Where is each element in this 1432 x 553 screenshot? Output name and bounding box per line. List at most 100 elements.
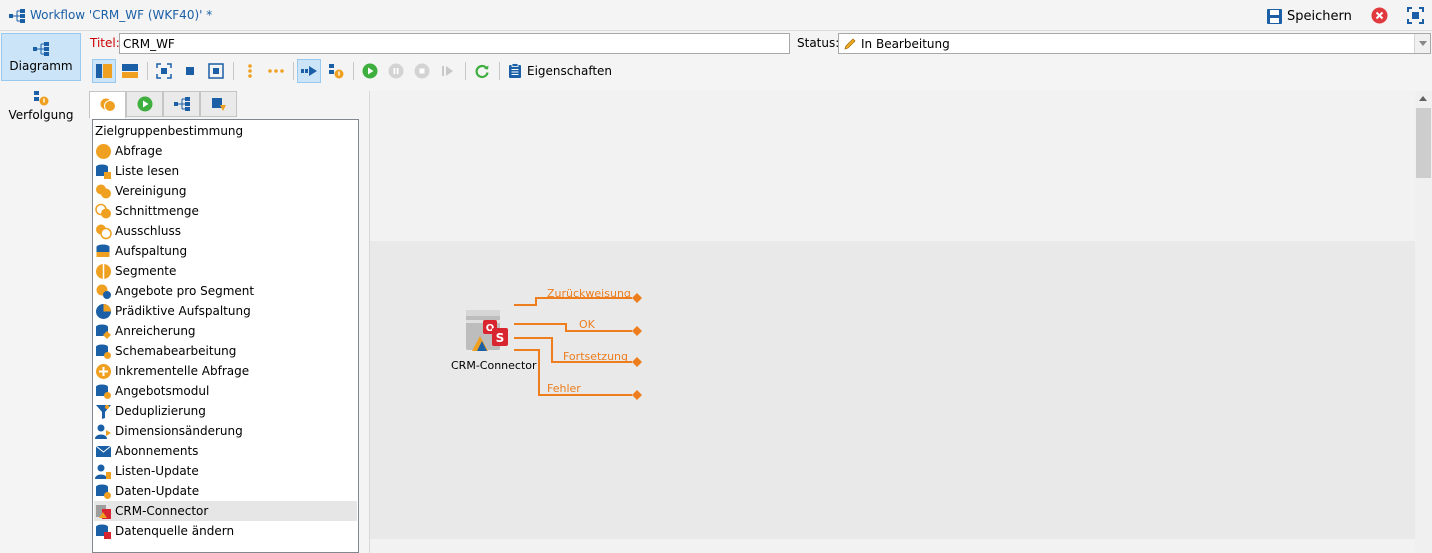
status-select[interactable]: In Bearbeitung: [838, 33, 1431, 54]
start-button[interactable]: [358, 59, 382, 83]
layout-vertical-button[interactable]: [92, 59, 116, 83]
palette-item-vereinigung[interactable]: Vereinigung: [94, 181, 357, 201]
nav-tracking[interactable]: Verfolgung: [1, 83, 81, 131]
save-button[interactable]: Speichern: [1266, 4, 1352, 28]
step-button[interactable]: [436, 59, 460, 83]
toolbar-separator: [353, 62, 354, 80]
read-list-icon: [96, 164, 111, 179]
svg-text:S: S: [496, 331, 505, 345]
tab-flow-control[interactable]: [126, 91, 163, 117]
palette-item-anreicherung[interactable]: Anreicherung: [94, 321, 357, 341]
vertical-scrollbar[interactable]: [1415, 91, 1432, 553]
zoom-fit-button[interactable]: [152, 59, 176, 83]
schema-edit-icon: [96, 344, 111, 359]
palette-item-label: Inkrementelle Abfrage: [115, 364, 250, 378]
save-button-label: Speichern: [1287, 8, 1352, 24]
workflow-canvas[interactable]: [369, 91, 1416, 553]
tracking-mode-button[interactable]: [324, 59, 348, 83]
horizontal-dots-icon: [268, 69, 284, 73]
segments-icon: [96, 263, 111, 279]
transition-arrow-icon: [301, 66, 317, 76]
scroll-up-icon[interactable]: [1419, 96, 1427, 101]
toolbar-separator: [147, 62, 148, 80]
zoom-normal-button[interactable]: [178, 59, 202, 83]
toolbar-separator: [499, 62, 500, 80]
tab-actions[interactable]: [163, 91, 200, 117]
layout-horizontal-button[interactable]: [118, 59, 142, 83]
palette-item-label: Abonnements: [115, 444, 199, 458]
palette-item-dimensionsaenderung[interactable]: Dimensionsänderung: [94, 421, 357, 441]
pause-button[interactable]: [384, 59, 408, 83]
union-icon: [96, 184, 111, 198]
palette-item-angebotsmodul[interactable]: Angebotsmodul: [94, 381, 357, 401]
refresh-icon: [475, 64, 489, 79]
palette-item-schnittmenge[interactable]: Schnittmenge: [94, 201, 357, 221]
query-icon: [96, 143, 111, 159]
palette-item-praediktive-aufspaltung[interactable]: Prädiktive Aufspaltung: [94, 301, 357, 321]
properties-button[interactable]: Eigenschaften: [508, 59, 612, 83]
palette-item-label: Liste lesen: [115, 164, 180, 178]
output-label-ok[interactable]: OK: [579, 318, 595, 331]
pencil-icon: [844, 38, 856, 50]
palette-item-abonnements[interactable]: Abonnements: [94, 441, 357, 461]
refresh-button[interactable]: [470, 59, 494, 83]
list-update-icon: [95, 464, 111, 479]
vertical-dots-icon: [248, 64, 252, 78]
data-update-icon: [96, 484, 111, 499]
offers-per-segment-icon: [96, 284, 111, 299]
zoom-fit-icon: [156, 63, 172, 79]
fullscreen-icon[interactable]: [1407, 7, 1424, 24]
scroll-thumb[interactable]: [1416, 108, 1431, 178]
pause-icon: [388, 63, 404, 79]
horizontal-dots-button[interactable]: [264, 59, 288, 83]
stop-icon: [414, 63, 430, 79]
events-icon: [211, 98, 226, 111]
toolbar-separator: [293, 62, 294, 80]
tracking-icon: [34, 91, 49, 106]
palette-item-crm-connector[interactable]: CRM-Connector: [94, 501, 357, 521]
palette-item-deduplizierung[interactable]: Deduplizierung: [94, 401, 357, 421]
palette-item-label: Segmente: [115, 264, 177, 278]
title-input[interactable]: [119, 33, 790, 54]
toolbar-separator: [465, 62, 466, 80]
transition-mode-button[interactable]: [297, 59, 321, 83]
palette-item-label: Anreicherung: [115, 324, 196, 338]
predictive-split-icon: [96, 303, 111, 319]
clipboard-icon: [509, 63, 521, 78]
palette-item-segmente[interactable]: Segmente: [94, 261, 357, 281]
stop-button[interactable]: [410, 59, 434, 83]
layout-horizontal-icon: [122, 64, 138, 78]
palette-item-abfrage[interactable]: Abfrage: [94, 141, 357, 161]
palette-item-label: Dimensionsänderung: [115, 424, 243, 438]
output-label-rejection[interactable]: Zurückweisung: [547, 287, 631, 300]
funnel-icon: [96, 404, 111, 419]
palette-item-label: Aufspaltung: [115, 244, 188, 258]
crm-connector-node[interactable]: O S: [466, 308, 512, 354]
palette-item-label: Daten-Update: [115, 484, 200, 498]
palette-item-angebote-pro-segment[interactable]: Angebote pro Segment: [94, 281, 357, 301]
close-circle-icon[interactable]: [1371, 7, 1388, 24]
palette-item-label: Listen-Update: [115, 464, 199, 478]
palette-item-daten-update[interactable]: Daten-Update: [94, 481, 357, 501]
status-value: In Bearbeitung: [861, 36, 950, 51]
play-icon: [362, 63, 378, 79]
palette-item-listen-update[interactable]: Listen-Update: [94, 461, 357, 481]
intersection-icon: [95, 203, 111, 218]
palette-item-label: Abfrage: [115, 144, 163, 158]
nav-diagram[interactable]: Diagramm: [1, 33, 81, 81]
output-label-error[interactable]: Fehler: [547, 382, 581, 395]
zoom-selection-button[interactable]: [204, 59, 228, 83]
palette-item-datenquelle-aendern[interactable]: Datenquelle ändern: [94, 521, 357, 541]
tab-events[interactable]: [200, 91, 237, 117]
output-label-continuation[interactable]: Fortsetzung: [563, 350, 628, 363]
palette-item-ausschluss[interactable]: Ausschluss: [94, 221, 357, 241]
palette-item-liste-lesen[interactable]: Liste lesen: [94, 161, 357, 181]
chevron-down-icon[interactable]: [1414, 34, 1430, 53]
palette-item-aufspaltung[interactable]: Aufspaltung: [94, 241, 357, 261]
vertical-dots-button[interactable]: [238, 59, 262, 83]
tab-targeting[interactable]: [89, 91, 126, 119]
palette-item-schemabearbeitung[interactable]: Schemabearbeitung: [94, 341, 357, 361]
exclusion-icon: [96, 224, 112, 239]
palette-item-inkrementelle-abfrage[interactable]: Inkrementelle Abfrage: [94, 361, 357, 381]
palette-item-label: Datenquelle ändern: [115, 524, 235, 538]
